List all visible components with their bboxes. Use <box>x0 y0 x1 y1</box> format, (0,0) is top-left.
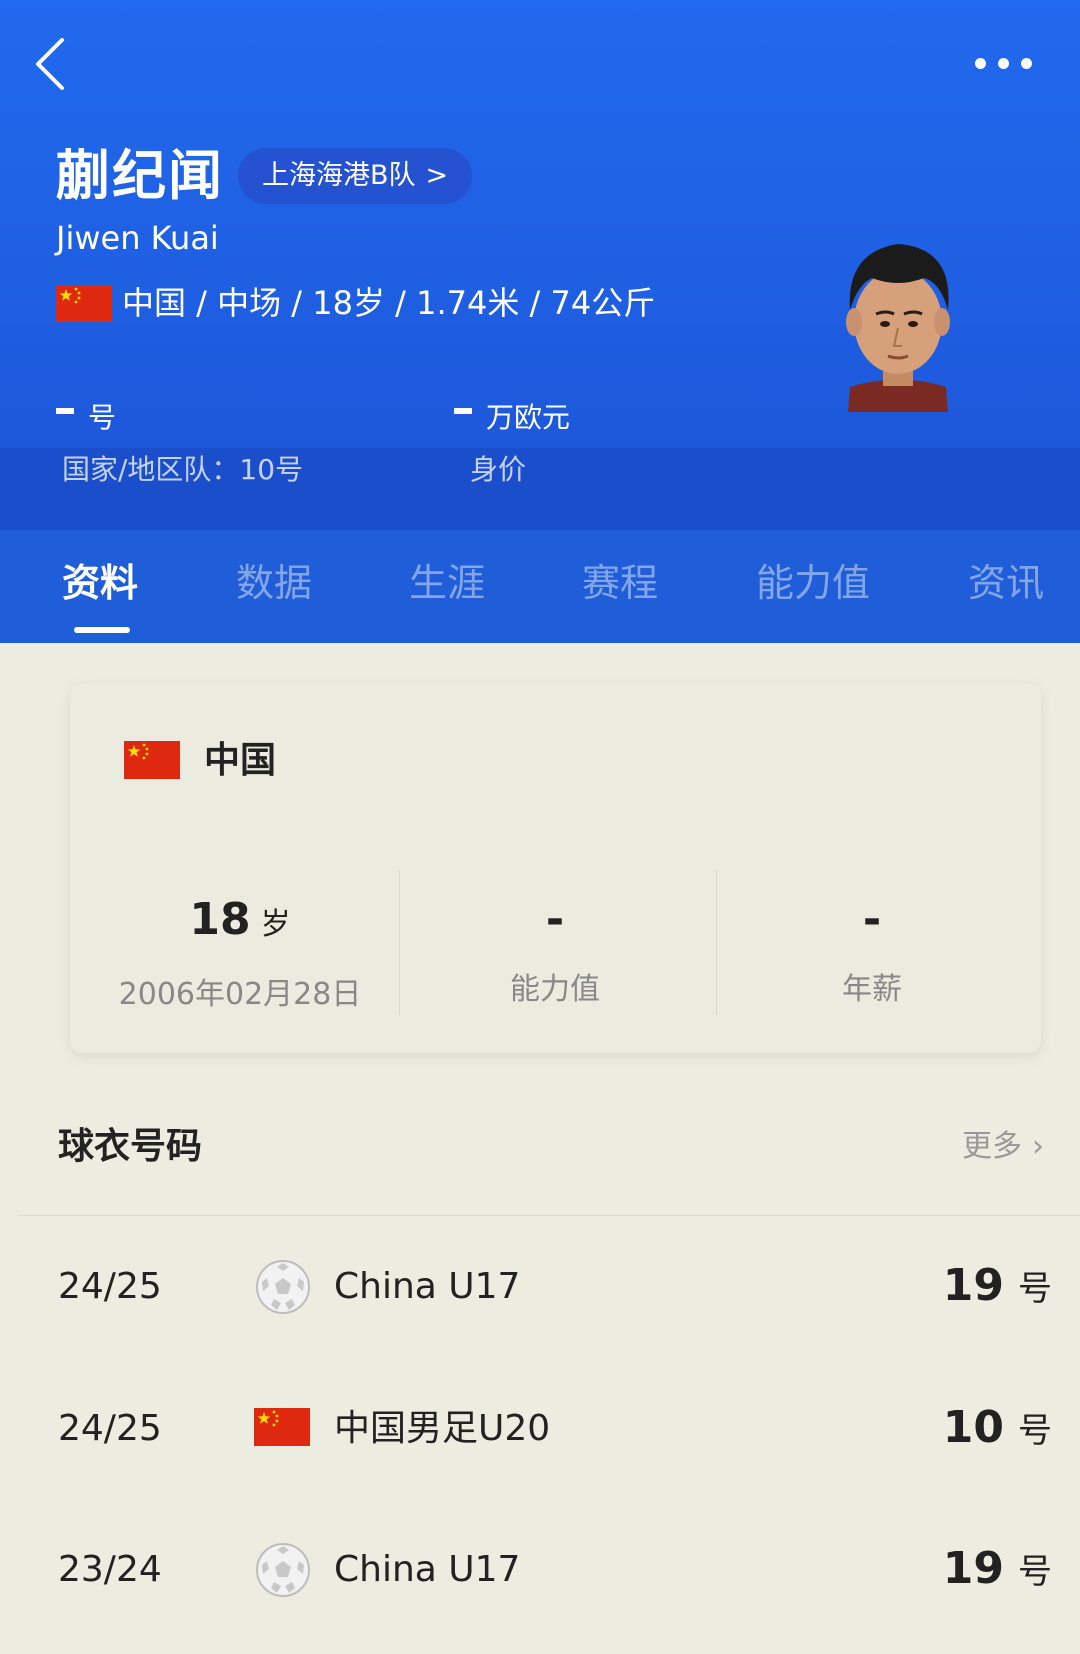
flag-cn-icon <box>124 741 180 779</box>
ability-label: 能力值 <box>510 972 600 1007</box>
player-info: 中国 / 中场 / 18岁 / 1.74米 / 74公斤 <box>122 284 656 322</box>
empty-value-dash <box>454 408 472 414</box>
back-icon <box>36 38 64 90</box>
empty-value-dash <box>56 408 74 414</box>
tab-bar <box>0 530 1080 643</box>
column-divider <box>716 870 717 1015</box>
shirt-number-value: 号 <box>56 398 116 438</box>
jersey-number: 19 <box>942 1543 1004 1594</box>
jersey-number: 19 <box>942 1260 1004 1311</box>
team-name: China U17 <box>334 1266 521 1307</box>
player-name-cn: 蒯纪闻 <box>56 144 224 207</box>
season: 24/25 <box>58 1266 162 1307</box>
flag-cn-icon <box>56 285 112 321</box>
team-link[interactable]: 上海海港B队 > <box>238 148 473 204</box>
salary-label: 年薪 <box>842 972 902 1007</box>
team-name: 中国男足U20 <box>334 1408 551 1449</box>
team-name: 上海海港B队 <box>262 160 416 191</box>
salary-value: - <box>862 894 882 945</box>
flag-cn-icon <box>254 1408 310 1446</box>
column-divider <box>399 870 400 1015</box>
age-unit: 岁 <box>260 907 291 942</box>
jersey-number: 10 <box>942 1402 1004 1453</box>
ability-value: - <box>545 894 565 945</box>
birthdate: 2006年02月28日 <box>118 977 362 1012</box>
more-icon <box>974 57 986 69</box>
active-tab-indicator <box>74 627 130 633</box>
soccer-ball-icon <box>256 1260 310 1314</box>
tab-schedule[interactable]: 赛程 <box>582 558 658 608</box>
market-value-label: 身价 <box>470 453 527 486</box>
more-button[interactable] <box>968 48 1038 78</box>
tab-news[interactable]: 资讯 <box>968 558 1044 608</box>
player-name-en: Jiwen Kuai <box>56 219 219 257</box>
national-team-number: 国家/地区队：10号 <box>62 453 304 486</box>
chevron-right-icon: > <box>425 160 449 191</box>
more-link[interactable]: 更多 › <box>962 1124 1044 1170</box>
soccer-ball-icon <box>256 1543 310 1597</box>
chevron-right-icon: › <box>1032 1129 1044 1164</box>
team-name: China U17 <box>334 1549 521 1590</box>
tab-career[interactable]: 生涯 <box>409 558 485 608</box>
section-divider <box>18 1215 1080 1216</box>
market-value: 万欧元 <box>454 398 570 438</box>
season: 23/24 <box>58 1549 162 1590</box>
season: 24/25 <box>58 1408 162 1449</box>
ability-column: - 能力值 <box>405 890 705 1010</box>
back-button[interactable] <box>30 34 78 94</box>
salary-column: - 年薪 <box>722 890 1022 1010</box>
section-title-jersey: 球衣号码 <box>58 1126 203 1167</box>
player-avatar <box>846 244 950 412</box>
tab-profile[interactable]: 资料 <box>62 558 138 608</box>
country-name: 中国 <box>204 740 277 781</box>
age-value: 18 <box>189 894 251 945</box>
age-column: 18 岁 2006年02月28日 <box>90 890 390 1015</box>
tab-stats[interactable]: 数据 <box>236 558 312 608</box>
tab-ability[interactable]: 能力值 <box>756 558 870 608</box>
